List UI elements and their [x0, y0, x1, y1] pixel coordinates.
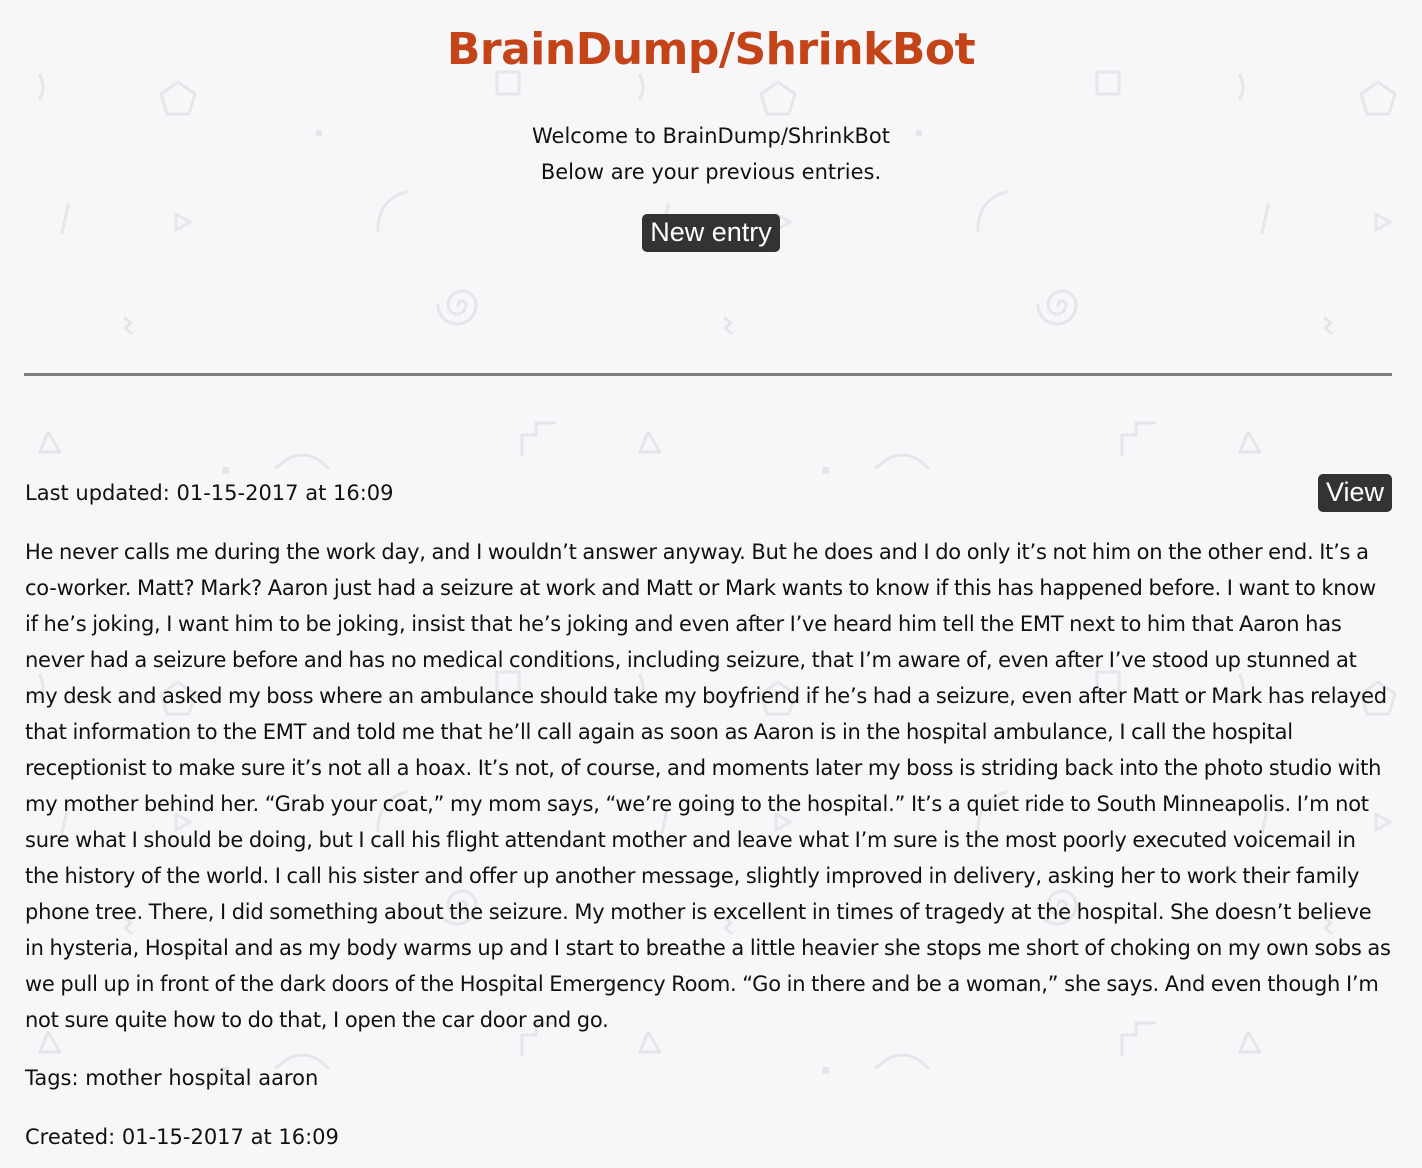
- entry-body-text: He never calls me during the work day, a…: [25, 540, 1391, 1032]
- app-title: BrainDump/ShrinkBot: [446, 24, 976, 75]
- page-header: BrainDump/ShrinkBot Welcome to BrainDump…: [0, 0, 1422, 252]
- page-content: BrainDump/ShrinkBot Welcome to BrainDump…: [0, 0, 1422, 1149]
- entry-last-updated: Last updated: 01-15-2017 at 16:09: [25, 481, 394, 505]
- entry-card: Last updated: 01-15-2017 at 16:09 View H…: [25, 472, 1392, 1155]
- welcome-line: Welcome to BrainDump/ShrinkBot: [532, 124, 890, 148]
- new-entry-button[interactable]: New entry: [642, 214, 780, 252]
- welcome-message: Welcome to BrainDump/ShrinkBot Below are…: [0, 118, 1422, 190]
- view-entry-button[interactable]: View: [1317, 474, 1392, 512]
- entry-meta-row: Last updated: 01-15-2017 at 16:09 View: [25, 472, 1392, 514]
- new-entry-container: New entry: [0, 214, 1422, 252]
- entry-tags: Tags: mother hospital aaron: [25, 1066, 319, 1090]
- entry-created-date: Created: 01-15-2017 at 16:09: [25, 1125, 339, 1149]
- header-divider: [24, 373, 1392, 376]
- entries-intro-line: Below are your previous entries.: [540, 160, 882, 184]
